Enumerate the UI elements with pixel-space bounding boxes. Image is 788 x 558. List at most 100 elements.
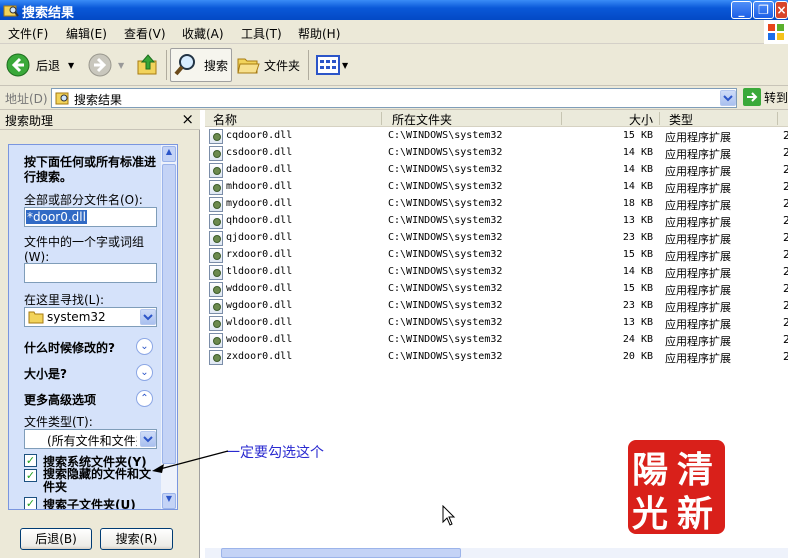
stamp-char: 光	[632, 493, 669, 535]
back-button[interactable]: 后退 ▼	[6, 48, 74, 82]
address-value: 搜索结果	[74, 93, 123, 107]
word-input[interactable]	[24, 263, 157, 283]
file-folder: C:\WINDOWS\system32	[388, 266, 503, 277]
file-type: 应用程序扩展	[665, 267, 731, 280]
when-modified-section[interactable]: 什么时候修改的?	[24, 339, 115, 356]
file-size: 23 KB	[622, 232, 653, 243]
pane-scroll-thumb[interactable]	[162, 164, 176, 464]
column-size[interactable]: 大小	[629, 111, 653, 128]
address-input[interactable]: 搜索结果	[51, 88, 737, 108]
file-size: 14 KB	[622, 266, 653, 277]
look-in-dropdown-button[interactable]	[140, 309, 156, 325]
dll-file-icon	[209, 265, 223, 280]
column-folder[interactable]: 所在文件夹	[392, 111, 452, 128]
search-intro: 按下面任何或所有标准进行搜索。	[24, 155, 157, 184]
file-type: 应用程序扩展	[665, 148, 731, 161]
collapse-advanced-icon[interactable]: ⌃	[136, 390, 153, 407]
table-row[interactable]: rxdoor0.dll C:\WINDOWS\system32 15 KB 应用程序扩…	[205, 247, 788, 264]
system-folders-checkbox[interactable]: ✓	[24, 454, 37, 467]
file-size: 14 KB	[622, 147, 653, 158]
table-row[interactable]: mhdoor0.dll C:\WINDOWS\system32 14 KB 应用程序扩…	[205, 179, 788, 196]
size-section[interactable]: 大小是?	[24, 365, 67, 382]
file-folder: C:\WINDOWS\system32	[388, 283, 503, 294]
file-type-dropdown-button[interactable]	[140, 431, 156, 447]
menu-tools[interactable]: 工具(T)	[241, 25, 282, 42]
up-folder-icon	[137, 54, 157, 75]
horizontal-scrollbar[interactable]	[205, 548, 788, 558]
file-date-cut: 2	[783, 163, 788, 176]
table-row[interactable]: cqdoor0.dll C:\WINDOWS\system32 15 KB 应用程序扩…	[205, 128, 788, 145]
filename-value: *door0.dll	[26, 210, 87, 224]
table-row[interactable]: mydoor0.dll C:\WINDOWS\system32 18 KB 应用程序扩…	[205, 196, 788, 213]
file-folder: C:\WINDOWS\system32	[388, 198, 503, 209]
forward-dropdown-icon[interactable]: ▼	[118, 61, 124, 70]
menu-bar: 文件(F) 编辑(E) 查看(V) 收藏(A) 工具(T) 帮助(H)	[0, 20, 788, 44]
column-name[interactable]: 名称	[213, 111, 237, 128]
table-row[interactable]: wldoor0.dll C:\WINDOWS\system32 13 KB 应用程序扩…	[205, 315, 788, 332]
subfolders-checkbox[interactable]: ✓	[24, 497, 37, 509]
dll-file-icon	[209, 333, 223, 348]
advanced-options-section[interactable]: 更多高级选项	[24, 391, 96, 408]
search-button[interactable]: 搜索(R)	[100, 528, 173, 550]
expand-when-modified-icon[interactable]: ⌄	[136, 338, 153, 355]
scroll-up-icon[interactable]: ▲	[162, 146, 176, 162]
close-pane-icon[interactable]: ×	[181, 110, 194, 128]
views-icon	[316, 55, 340, 75]
menu-edit[interactable]: 编辑(E)	[66, 25, 107, 42]
table-row[interactable]: zxdoor0.dll C:\WINDOWS\system32 20 KB 应用程序扩…	[205, 349, 788, 366]
file-name: rxdoor0.dll	[226, 249, 293, 260]
menu-view[interactable]: 查看(V)	[124, 25, 166, 42]
go-label: 转到	[764, 90, 788, 105]
search-toolbar-button[interactable]: 搜索	[170, 48, 232, 82]
table-row[interactable]: wddoor0.dll C:\WINDOWS\system32 15 KB 应用程序扩…	[205, 281, 788, 298]
file-date-cut: 2	[783, 231, 788, 244]
folders-button[interactable]: 文件夹	[236, 48, 300, 82]
back-dropdown-icon[interactable]: ▼	[68, 61, 74, 70]
views-button[interactable]: ▼	[316, 48, 348, 82]
file-folder: C:\WINDOWS\system32	[388, 351, 503, 362]
subfolders-label: 搜索子文件夹(U)	[43, 498, 136, 510]
file-folder: C:\WINDOWS\system32	[388, 181, 503, 192]
look-in-select[interactable]: system32	[24, 307, 157, 327]
file-size: 20 KB	[622, 351, 653, 362]
go-button[interactable]: 转到	[743, 88, 788, 106]
table-row[interactable]: tldoor0.dll C:\WINDOWS\system32 14 KB 应用程序扩…	[205, 264, 788, 281]
menu-favorites[interactable]: 收藏(A)	[182, 25, 224, 42]
maximize-button[interactable]: ❐	[753, 1, 774, 19]
views-dropdown-icon[interactable]: ▼	[342, 61, 348, 70]
filename-input[interactable]: *door0.dll	[24, 207, 157, 227]
menu-file[interactable]: 文件(F)	[8, 25, 48, 42]
minimize-button[interactable]: _	[731, 1, 752, 19]
file-size: 15 KB	[622, 249, 653, 260]
table-row[interactable]: qhdoor0.dll C:\WINDOWS\system32 13 KB 应用程序扩…	[205, 213, 788, 230]
forward-button[interactable]: ▼	[88, 48, 124, 82]
file-date-cut: 2	[783, 265, 788, 278]
expand-size-icon[interactable]: ⌄	[136, 364, 153, 381]
hidden-files-checkbox[interactable]: ✓	[24, 469, 37, 482]
table-row[interactable]: dadoor0.dll C:\WINDOWS\system32 14 KB 应用程序扩…	[205, 162, 788, 179]
table-row[interactable]: csdoor0.dll C:\WINDOWS\system32 14 KB 应用程序扩…	[205, 145, 788, 162]
column-type[interactable]: 类型	[669, 111, 693, 128]
file-name: wldoor0.dll	[226, 317, 293, 328]
file-name: cqdoor0.dll	[226, 130, 293, 141]
up-folder-button[interactable]	[136, 48, 160, 82]
file-type: 应用程序扩展	[665, 199, 731, 212]
h-scroll-thumb[interactable]	[221, 548, 461, 558]
close-window-button[interactable]: ×	[775, 1, 788, 19]
table-row[interactable]: wodoor0.dll C:\WINDOWS\system32 24 KB 应用程序扩…	[205, 332, 788, 349]
back-button-pane[interactable]: 后退(B)	[20, 528, 92, 550]
address-dropdown-button[interactable]	[720, 90, 736, 106]
scroll-down-icon[interactable]: ▼	[162, 493, 176, 509]
file-folder: C:\WINDOWS\system32	[388, 130, 503, 141]
file-name: zxdoor0.dll	[226, 351, 293, 362]
chevron-down-icon	[723, 95, 733, 102]
file-type-select[interactable]: (所有文件和文件夹)	[24, 429, 157, 449]
menu-help[interactable]: 帮助(H)	[298, 25, 340, 42]
file-folder: C:\WINDOWS\system32	[388, 249, 503, 260]
file-size: 23 KB	[622, 300, 653, 311]
file-name: dadoor0.dll	[226, 164, 293, 175]
table-row[interactable]: wgdoor0.dll C:\WINDOWS\system32 23 KB 应用程序扩…	[205, 298, 788, 315]
search-assistant-pane: 搜索助理 × 按下面任何或所有标准进行搜索。 全部或部分文件名(O): *doo…	[0, 110, 200, 558]
table-row[interactable]: qjdoor0.dll C:\WINDOWS\system32 23 KB 应用程序扩…	[205, 230, 788, 247]
file-type-value: (所有文件和文件夹)	[47, 434, 137, 448]
